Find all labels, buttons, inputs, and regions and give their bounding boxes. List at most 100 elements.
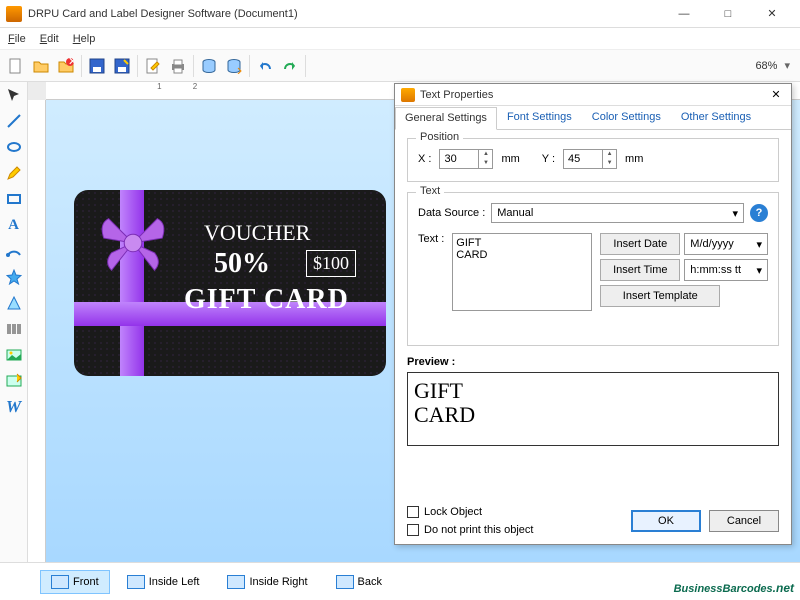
pencil-tool-icon[interactable] [3, 162, 25, 184]
ok-button[interactable]: OK [631, 510, 701, 532]
dialog-titlebar: Text Properties ✕ [395, 84, 791, 106]
watermark: BusinessBarcodes.net [674, 576, 794, 598]
save-icon[interactable] [85, 54, 109, 78]
position-legend: Position [416, 131, 463, 143]
close-button[interactable]: ✕ [750, 1, 794, 27]
y-field[interactable] [564, 153, 602, 165]
library-tool-icon[interactable] [3, 370, 25, 392]
edit-icon[interactable] [141, 54, 165, 78]
datasource-label: Data Source : [418, 207, 485, 219]
menu-file[interactable]: File [8, 33, 26, 45]
price-text[interactable]: $100 [306, 250, 356, 277]
print-icon[interactable] [166, 54, 190, 78]
barcode-tool-icon[interactable] [3, 318, 25, 340]
time-format-select[interactable]: h:mm:ss tt▾ [684, 259, 768, 281]
dialog-footer: Lock Object Do not print this object OK … [407, 506, 779, 536]
dialog-body: Position X : ▲▼ mm Y : ▲▼ mm Text Data S… [395, 130, 791, 454]
minimize-button[interactable]: — [662, 1, 706, 27]
lock-label: Lock Object [424, 506, 482, 518]
page-icon [51, 575, 69, 589]
insert-template-button[interactable]: Insert Template [600, 285, 720, 307]
cancel-button[interactable]: Cancel [709, 510, 779, 532]
page-icon [336, 575, 354, 589]
main-toolbar: ✕ 68% ▾ [0, 50, 800, 82]
tab-color-settings[interactable]: Color Settings [582, 106, 671, 129]
line-tool-icon[interactable] [3, 110, 25, 132]
text-input[interactable] [452, 233, 592, 311]
zoom-dropdown-icon[interactable]: ▾ [784, 59, 790, 72]
pointer-tool-icon[interactable] [3, 84, 25, 106]
star-tool-icon[interactable] [3, 266, 25, 288]
noprint-label: Do not print this object [424, 524, 533, 536]
x-input[interactable]: ▲▼ [439, 149, 493, 169]
percent-text[interactable]: 50% [214, 248, 270, 280]
tab-inside-right-label: Inside Right [249, 576, 307, 588]
side-toolbar: A W [0, 82, 28, 562]
text-legend: Text [416, 185, 444, 197]
open-icon[interactable] [29, 54, 53, 78]
voucher-text[interactable]: VOUCHER [204, 220, 310, 246]
zoom-level[interactable]: 68% [755, 60, 777, 72]
chevron-down-icon: ▾ [756, 264, 762, 277]
menu-help[interactable]: Help [73, 33, 96, 45]
help-icon[interactable]: ? [750, 204, 768, 222]
tab-other-settings[interactable]: Other Settings [671, 106, 761, 129]
x-field[interactable] [440, 153, 478, 165]
datasource-select[interactable]: Manual ▾ [491, 203, 744, 223]
insert-time-button[interactable]: Insert Time [600, 259, 680, 281]
triangle-tool-icon[interactable] [3, 292, 25, 314]
tab-font-settings[interactable]: Font Settings [497, 106, 582, 129]
dialog-title: Text Properties [420, 89, 767, 101]
tab-front-label: Front [73, 576, 99, 588]
insert-date-button[interactable]: Insert Date [600, 233, 680, 255]
page-icon [127, 575, 145, 589]
chevron-down-icon: ▾ [732, 207, 738, 220]
tab-front[interactable]: Front [40, 570, 110, 594]
ellipse-tool-icon[interactable] [3, 136, 25, 158]
text-properties-dialog: Text Properties ✕ General Settings Font … [394, 83, 792, 545]
tab-inside-left[interactable]: Inside Left [116, 570, 211, 594]
datasource-value: Manual [497, 207, 533, 219]
tab-general-settings[interactable]: General Settings [395, 107, 497, 130]
tab-inside-left-label: Inside Left [149, 576, 200, 588]
new-icon[interactable] [4, 54, 28, 78]
dialog-tabs: General Settings Font Settings Color Set… [395, 106, 791, 130]
x-label: X : [418, 153, 431, 165]
image-tool-icon[interactable] [3, 344, 25, 366]
tab-inside-right[interactable]: Inside Right [216, 570, 318, 594]
wordart-tool-icon[interactable]: W [3, 396, 25, 418]
arc-tool-icon[interactable] [3, 240, 25, 262]
undo-icon[interactable] [253, 54, 277, 78]
maximize-button[interactable]: □ [706, 1, 750, 27]
redo-icon[interactable] [278, 54, 302, 78]
page-icon [227, 575, 245, 589]
svg-text:✕: ✕ [68, 58, 74, 68]
database-export-icon[interactable] [222, 54, 246, 78]
close-file-icon[interactable]: ✕ [54, 54, 78, 78]
chevron-down-icon: ▾ [756, 238, 762, 251]
preview-box: GIFTCARD [407, 372, 779, 446]
y-label: Y : [542, 153, 555, 165]
lock-object-checkbox[interactable]: Lock Object [407, 506, 533, 518]
menu-bar: File Edit Help [0, 28, 800, 50]
gift-card-design[interactable]: VOUCHER 50% $100 GIFT CARD [74, 190, 386, 376]
title-bar: DRPU Card and Label Designer Software (D… [0, 0, 800, 28]
y-unit: mm [625, 153, 643, 165]
giftcard-text[interactable]: GIFT CARD [184, 284, 349, 316]
text-tool-icon[interactable]: A [3, 214, 25, 236]
dialog-close-button[interactable]: ✕ [767, 86, 785, 104]
preview-label: Preview : [407, 356, 779, 368]
app-icon [6, 6, 22, 22]
x-unit: mm [501, 153, 519, 165]
database-icon[interactable] [197, 54, 221, 78]
text-fieldset: Text Data Source : Manual▾ ? Text : Inse… [407, 192, 779, 346]
y-input[interactable]: ▲▼ [563, 149, 617, 169]
save-as-icon[interactable] [110, 54, 134, 78]
date-format-select[interactable]: M/d/yyyy▾ [684, 233, 768, 255]
rectangle-tool-icon[interactable] [3, 188, 25, 210]
tab-back[interactable]: Back [325, 570, 393, 594]
menu-edit[interactable]: Edit [40, 33, 59, 45]
vertical-ruler [28, 100, 46, 562]
window-title: DRPU Card and Label Designer Software (D… [28, 8, 662, 20]
do-not-print-checkbox[interactable]: Do not print this object [407, 524, 533, 536]
